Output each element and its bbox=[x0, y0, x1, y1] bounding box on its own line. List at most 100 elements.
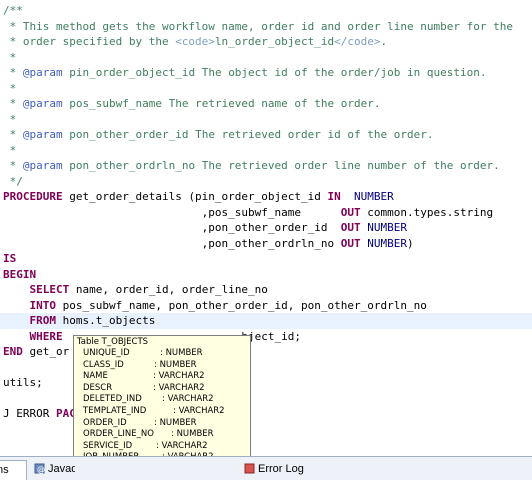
bottom-tab-bar: ns @Javad Error Log bbox=[0, 456, 532, 480]
code-token: NUMBER bbox=[367, 221, 408, 234]
code-token: OUT bbox=[340, 236, 361, 250]
code-token: NUMBER bbox=[354, 190, 394, 203]
code-token: OUT bbox=[340, 221, 361, 234]
tab-error-log[interactable]: Error Log bbox=[240, 460, 310, 480]
code-token: * bbox=[3, 50, 17, 64]
code-line[interactable]: IS bbox=[3, 251, 532, 267]
tab-label: Javad bbox=[48, 463, 75, 475]
code-token: * bbox=[3, 112, 17, 126]
code-token: @param bbox=[22, 97, 63, 110]
javadoc-icon: @ bbox=[34, 462, 45, 474]
column-type: : NUMBER bbox=[154, 417, 197, 428]
code-line[interactable]: * bbox=[3, 81, 532, 97]
column-type: : VARCHAR2 bbox=[162, 394, 214, 405]
column-type: : VARCHAR2 bbox=[153, 382, 205, 393]
code-token: pon_other_order_id The retrieved order i… bbox=[62, 128, 434, 141]
code-token: @param bbox=[22, 128, 63, 141]
tooltip-column-row: ORDER_ID : NUMBER bbox=[74, 418, 250, 430]
code-line[interactable]: PROCEDURE get_order_details (pin_order_o… bbox=[3, 189, 532, 205]
column-type: : VARCHAR2 bbox=[153, 371, 205, 382]
tooltip-column-row: ORDER_LINE_NO : NUMBER bbox=[74, 429, 250, 441]
code-line[interactable]: * This method gets the workflow name, or… bbox=[3, 19, 532, 35]
column-type: : NUMBER bbox=[154, 359, 197, 370]
code-token: END bbox=[3, 345, 23, 358]
tooltip-column-list: UNIQUE_ID: NUMBER CLASS_ID: NUMBER NAME: V… bbox=[74, 348, 250, 456]
code-line[interactable]: /** bbox=[3, 3, 532, 19]
code-line[interactable]: INTO pos_subwf_name, pon_other_order_id,… bbox=[3, 298, 532, 314]
code-token: OUT bbox=[340, 205, 361, 219]
code-editor[interactable]: /** * This method gets the workflow name… bbox=[0, 0, 532, 456]
tab-ns[interactable]: ns bbox=[0, 460, 27, 480]
tooltip-column-row: UNIQUE_ID : NUMBER bbox=[74, 348, 250, 360]
code-token: pin_order_object_id The object id of the… bbox=[62, 66, 487, 79]
code-line[interactable]: * bbox=[3, 50, 532, 66]
table-info-tooltip: Table T_OBJECTS UNIQUE_ID: NUMBER CLASS_I… bbox=[73, 335, 251, 456]
code-line[interactable]: SELECT name, order_id, order_line_no bbox=[3, 282, 532, 298]
column-name: SERVICE_ID bbox=[83, 440, 133, 451]
code-token: ,pon_other_ordrln_no bbox=[3, 236, 341, 250]
code-line[interactable]: * @param pon_other_order_id The retrieve… bbox=[3, 127, 532, 143]
code-token: * This method gets the workflow name, or… bbox=[3, 19, 513, 33]
code-token: @param bbox=[22, 159, 63, 172]
tooltip-column-row: NAME : VARCHAR2 bbox=[74, 371, 250, 383]
code-line[interactable]: FROM homs.t_objects bbox=[0, 313, 532, 329]
code-token: get_or bbox=[22, 345, 70, 358]
code-token: @param bbox=[22, 66, 63, 79]
code-line[interactable]: * @param pos_subwf_name The retrieved na… bbox=[3, 96, 532, 112]
column-type: : NUMBER bbox=[160, 348, 203, 358]
code-line[interactable]: * @param pon_other_ordrln_no The retriev… bbox=[3, 158, 532, 174]
code-token: </code> bbox=[334, 35, 381, 48]
tooltip-column-row: DESCR : VARCHAR2 bbox=[74, 383, 250, 395]
code-line[interactable]: ,pos_subwf_name OUT common.types.string bbox=[3, 205, 532, 221]
code-token: pon_other_ordrln_no The retrieved order … bbox=[62, 159, 500, 172]
code-token: name, order_id, order_line_no bbox=[69, 283, 268, 296]
tooltip-column-row: TEMPLATE_IND : VARCHAR2 bbox=[74, 406, 250, 418]
tab-label: Error Log bbox=[258, 463, 304, 475]
column-type: : VARCHAR2 bbox=[156, 440, 208, 451]
code-token: common.types.string bbox=[360, 205, 494, 219]
code-line[interactable]: ,pon_other_ordrln_no OUT NUMBER) bbox=[3, 236, 532, 252]
column-type: : VARCHAR2 bbox=[173, 405, 225, 416]
code-line[interactable]: ,pon_other_order_id OUT NUMBER bbox=[3, 220, 532, 236]
code-line[interactable]: * order specified by the <code>ln_order_… bbox=[3, 34, 532, 50]
column-type: : NUMBER bbox=[171, 429, 214, 440]
column-name: NAME bbox=[83, 371, 108, 382]
code-token: INTO bbox=[29, 298, 57, 312]
column-name: UNIQUE_ID bbox=[83, 348, 130, 358]
code-token: * bbox=[3, 143, 17, 157]
column-name: DESCR bbox=[83, 382, 113, 393]
code-line[interactable]: BEGIN bbox=[3, 267, 532, 283]
code-token: homs.t_objects bbox=[56, 314, 156, 327]
code-token: * bbox=[3, 159, 23, 172]
column-name: TEMPLATE_IND bbox=[83, 405, 147, 416]
code-line[interactable]: * bbox=[3, 112, 532, 128]
code-line[interactable]: * @param pin_order_object_id The object … bbox=[3, 65, 532, 81]
tab-javad[interactable]: @ Javad bbox=[30, 460, 75, 480]
code-line[interactable]: * bbox=[3, 143, 532, 159]
column-name: ORDER_LINE_NO bbox=[83, 429, 154, 440]
code-token: <code> bbox=[175, 35, 215, 48]
code-line[interactable]: */ bbox=[3, 174, 532, 190]
error-log-icon bbox=[244, 462, 255, 474]
tooltip-column-row: SERVICE_ID : VARCHAR2 bbox=[74, 441, 250, 453]
code-token: /** bbox=[3, 4, 23, 17]
column-name: ORDER_ID bbox=[83, 417, 127, 428]
code-token: ln_order_object_id bbox=[214, 35, 335, 48]
code-token: pos_subwf_name, pon_other_order_id, pon_… bbox=[56, 298, 427, 312]
tab-label: ns bbox=[0, 464, 9, 476]
column-name: DELETED_IND bbox=[83, 394, 142, 405]
code-token: ,pos_subwf_name bbox=[3, 205, 341, 219]
code-token: PROCEDURE bbox=[3, 190, 63, 203]
code-token: IS bbox=[3, 252, 17, 265]
code-token: WHERE bbox=[29, 329, 63, 343]
tooltip-column-row: DELETED_IND : VARCHAR2 bbox=[74, 394, 250, 406]
tooltip-column-row: CLASS_ID: NUMBER bbox=[74, 360, 250, 372]
code-token: * bbox=[3, 97, 23, 110]
code-token: utils; bbox=[3, 376, 43, 389]
code-token: . bbox=[380, 35, 388, 48]
